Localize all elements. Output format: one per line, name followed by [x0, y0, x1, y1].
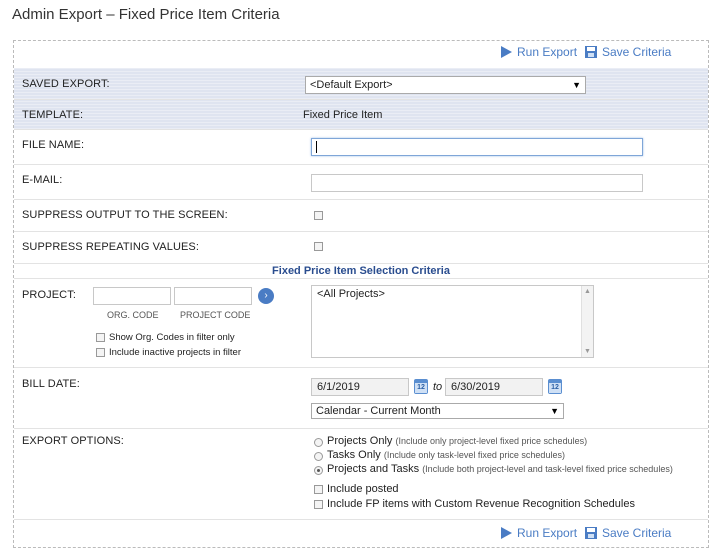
play-icon — [501, 46, 512, 58]
selection-criteria-heading: Fixed Price Item Selection Criteria — [272, 265, 450, 277]
include-inactive-label: Include inactive projects in filter — [109, 347, 242, 358]
template-label: TEMPLATE: — [22, 109, 84, 121]
include-fp-custom-label: Include FP items with Custom Revenue Rec… — [327, 498, 635, 510]
date-to-label: to — [433, 381, 443, 393]
show-org-codes-label: Show Org. Codes in filter only — [109, 332, 235, 343]
text-cursor — [316, 141, 317, 153]
listbox-scrollbar[interactable]: ▲ ▼ — [581, 286, 593, 357]
suppress-repeating-checkbox[interactable] — [314, 242, 323, 251]
tasks-only-label: Tasks Only (Include only task-level fixe… — [327, 449, 565, 461]
save-icon — [585, 527, 597, 539]
chevron-down-icon: ▼ — [550, 406, 559, 416]
run-export-label: Run Export — [517, 526, 578, 540]
file-name-label: FILE NAME: — [22, 139, 85, 151]
chevron-down-icon: ▼ — [572, 80, 581, 90]
run-export-label: Run Export — [517, 45, 578, 59]
options-divider — [14, 519, 708, 520]
save-criteria-label: Save Criteria — [602, 45, 672, 59]
date-period-select[interactable]: Calendar - Current Month ▼ — [311, 403, 564, 419]
projects-and-tasks-label: Projects and Tasks (Include both project… — [327, 463, 673, 475]
bill-date-to-input[interactable]: 6/30/2019 — [445, 378, 543, 396]
projects-only-radio[interactable] — [314, 438, 323, 447]
saved-export-select[interactable]: <Default Export> ▼ — [305, 76, 586, 94]
suppress-output-label: SUPPRESS OUTPUT TO THE SCREEN: — [22, 209, 228, 221]
project-code-caption: PROJECT CODE — [180, 310, 251, 320]
org-code-caption: ORG. CODE — [107, 310, 159, 320]
save-criteria-button-bottom[interactable]: Save Criteria — [584, 526, 671, 540]
scroll-up-icon[interactable]: ▲ — [584, 288, 591, 295]
suppress-output-checkbox[interactable] — [314, 211, 323, 220]
tasks-only-radio[interactable] — [314, 452, 323, 461]
save-criteria-label: Save Criteria — [602, 526, 672, 540]
run-export-button[interactable]: Run Export — [499, 45, 577, 59]
scroll-down-icon[interactable]: ▼ — [584, 348, 591, 355]
saved-export-label: SAVED EXPORT: — [22, 78, 110, 90]
project-code-input[interactable] — [174, 287, 252, 305]
section-divider — [14, 278, 708, 279]
project-divider — [14, 367, 708, 368]
template-value: Fixed Price Item — [303, 109, 383, 121]
saved-export-value: <Default Export> — [310, 79, 393, 91]
save-criteria-button[interactable]: Save Criteria — [584, 45, 671, 59]
calendar-icon[interactable]: 12 — [414, 379, 428, 394]
suppress-repeating-label: SUPPRESS REPEATING VALUES: — [22, 241, 200, 253]
projects-only-label: Projects Only (Include only project-leve… — [327, 435, 588, 447]
project-label: PROJECT: — [22, 289, 76, 301]
save-icon — [585, 46, 597, 58]
list-item[interactable]: <All Projects> — [317, 288, 588, 300]
show-org-codes-checkbox[interactable] — [96, 333, 105, 342]
template-row: TEMPLATE: Fixed Price Item — [14, 100, 708, 130]
include-posted-checkbox[interactable] — [314, 485, 323, 494]
org-code-input[interactable] — [93, 287, 171, 305]
date-period-value: Calendar - Current Month — [316, 405, 441, 417]
include-posted-label: Include posted — [327, 483, 399, 495]
page-title: Admin Export – Fixed Price Item Criteria — [12, 6, 280, 23]
file-name-input[interactable] — [311, 138, 643, 156]
email-input[interactable] — [311, 174, 643, 192]
suppress-repeating-row: SUPPRESS REPEATING VALUES: — [14, 232, 708, 264]
calendar-icon[interactable]: 12 — [548, 379, 562, 394]
suppress-output-row: SUPPRESS OUTPUT TO THE SCREEN: — [14, 200, 708, 232]
bill-date-from-input[interactable]: 6/1/2019 — [311, 378, 409, 396]
include-inactive-checkbox[interactable] — [96, 348, 105, 357]
bill-date-label: BILL DATE: — [22, 378, 80, 390]
play-icon — [501, 527, 512, 539]
export-options-label: EXPORT OPTIONS: — [22, 435, 124, 447]
run-export-button-bottom[interactable]: Run Export — [499, 526, 577, 540]
apply-filter-button[interactable]: › — [258, 288, 274, 304]
email-label: E-MAIL: — [22, 174, 63, 186]
include-fp-custom-checkbox[interactable] — [314, 500, 323, 509]
projects-and-tasks-radio[interactable] — [314, 466, 323, 475]
bill-date-divider — [14, 428, 708, 429]
project-listbox[interactable]: <All Projects> ▲ ▼ — [311, 285, 594, 358]
